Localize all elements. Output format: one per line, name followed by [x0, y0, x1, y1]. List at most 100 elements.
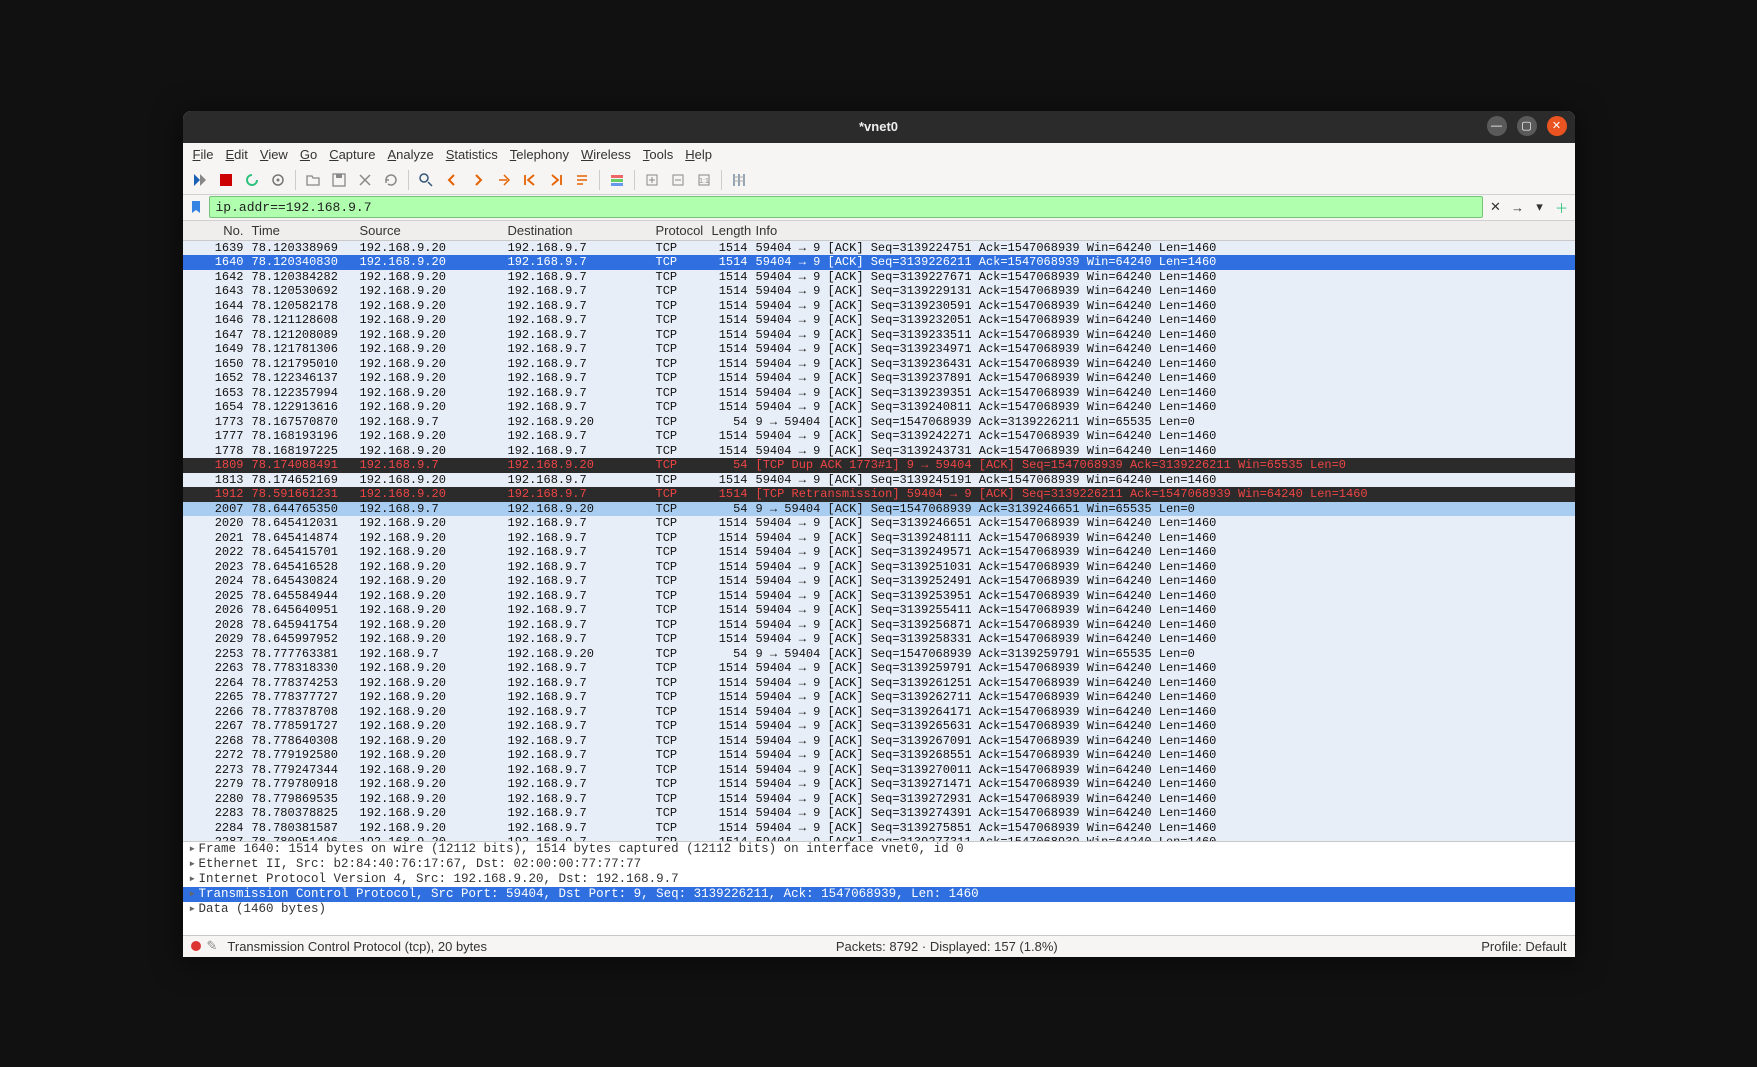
packet-row[interactable]: 226378.778318330192.168.9.20192.168.9.7T…: [183, 661, 1575, 676]
expert-info-icon[interactable]: [191, 941, 201, 951]
packet-row[interactable]: 165378.122357994192.168.9.20192.168.9.7T…: [183, 386, 1575, 401]
packet-row[interactable]: 202478.645430824192.168.9.20192.168.9.7T…: [183, 574, 1575, 589]
packet-row[interactable]: 165478.122913616192.168.9.20192.168.9.7T…: [183, 400, 1575, 415]
packet-row[interactable]: 226578.778377727192.168.9.20192.168.9.7T…: [183, 690, 1575, 705]
window-maximize-button[interactable]: ▢: [1517, 116, 1537, 136]
menu-view[interactable]: View: [260, 147, 288, 162]
details-line[interactable]: ▸Frame 1640: 1514 bytes on wire (12112 b…: [183, 842, 1575, 857]
open-file-button[interactable]: [302, 169, 324, 191]
packet-row[interactable]: 226678.778378708192.168.9.20192.168.9.7T…: [183, 705, 1575, 720]
packet-row[interactable]: 181378.174652169192.168.9.20192.168.9.7T…: [183, 473, 1575, 488]
packet-row[interactable]: 202578.645584944192.168.9.20192.168.9.7T…: [183, 589, 1575, 604]
reload-button[interactable]: [380, 169, 402, 191]
expand-icon[interactable]: ▸: [189, 902, 199, 917]
packet-row[interactable]: 202378.645416528192.168.9.20192.168.9.7T…: [183, 560, 1575, 575]
filter-history-button[interactable]: ▾: [1531, 198, 1549, 216]
add-filter-button[interactable]: ＋: [1553, 198, 1571, 216]
menu-go[interactable]: Go: [300, 147, 317, 162]
packet-row[interactable]: 225378.777763381192.168.9.7192.168.9.20T…: [183, 647, 1575, 662]
packet-row[interactable]: 202878.645941754192.168.9.20192.168.9.7T…: [183, 618, 1575, 633]
packet-row[interactable]: 227278.779192580192.168.9.20192.168.9.7T…: [183, 748, 1575, 763]
resize-columns-button[interactable]: [728, 169, 750, 191]
capture-file-properties-icon[interactable]: ✎: [207, 938, 218, 954]
packet-row[interactable]: 202178.645414874192.168.9.20192.168.9.7T…: [183, 531, 1575, 546]
restart-capture-button[interactable]: [241, 169, 263, 191]
packet-row[interactable]: 228078.779869535192.168.9.20192.168.9.7T…: [183, 792, 1575, 807]
expand-icon[interactable]: ▸: [189, 842, 199, 857]
status-profile-text[interactable]: Profile: Default: [1481, 939, 1566, 954]
packet-row[interactable]: 177778.168193196192.168.9.20192.168.9.7T…: [183, 429, 1575, 444]
auto-scroll-button[interactable]: [571, 169, 593, 191]
col-no[interactable]: No.: [183, 223, 248, 238]
packet-row[interactable]: 202078.645412031192.168.9.20192.168.9.7T…: [183, 516, 1575, 531]
col-time[interactable]: Time: [248, 223, 356, 238]
capture-options-button[interactable]: [267, 169, 289, 191]
find-packet-button[interactable]: [415, 169, 437, 191]
col-protocol[interactable]: Protocol: [652, 223, 708, 238]
col-info[interactable]: Info: [752, 223, 1575, 238]
packet-row[interactable]: 228478.780381587192.168.9.20192.168.9.7T…: [183, 821, 1575, 836]
packet-row[interactable]: 191278.591661231192.168.9.20192.168.9.7T…: [183, 487, 1575, 502]
packet-row[interactable]: 202678.645640951192.168.9.20192.168.9.7T…: [183, 603, 1575, 618]
col-source[interactable]: Source: [356, 223, 504, 238]
zoom-reset-button[interactable]: 1:1: [693, 169, 715, 191]
packet-row[interactable]: 164978.121781306192.168.9.20192.168.9.7T…: [183, 342, 1575, 357]
display-filter-input[interactable]: [209, 196, 1483, 218]
packet-row[interactable]: 165078.121795010192.168.9.20192.168.9.7T…: [183, 357, 1575, 372]
menu-capture[interactable]: Capture: [329, 147, 375, 162]
start-capture-button[interactable]: [189, 169, 211, 191]
menu-statistics[interactable]: Statistics: [446, 147, 498, 162]
packet-row[interactable]: 165278.122346137192.168.9.20192.168.9.7T…: [183, 371, 1575, 386]
expand-icon[interactable]: ▸: [189, 872, 199, 887]
details-line[interactable]: ▸Data (1460 bytes): [183, 902, 1575, 917]
zoom-in-button[interactable]: [641, 169, 663, 191]
packet-row[interactable]: 226778.778591727192.168.9.20192.168.9.7T…: [183, 719, 1575, 734]
colorize-button[interactable]: [606, 169, 628, 191]
menu-help[interactable]: Help: [685, 147, 712, 162]
bookmark-filter-icon[interactable]: [187, 198, 205, 216]
menu-file[interactable]: File: [193, 147, 214, 162]
details-line[interactable]: ▸Internet Protocol Version 4, Src: 192.1…: [183, 872, 1575, 887]
packet-row[interactable]: 202278.645415701192.168.9.20192.168.9.7T…: [183, 545, 1575, 560]
packet-row[interactable]: 164478.120582178192.168.9.20192.168.9.7T…: [183, 299, 1575, 314]
packet-row[interactable]: 177378.167570870192.168.9.7192.168.9.20T…: [183, 415, 1575, 430]
packet-row[interactable]: 227378.779247344192.168.9.20192.168.9.7T…: [183, 763, 1575, 778]
zoom-out-button[interactable]: [667, 169, 689, 191]
menu-tools[interactable]: Tools: [643, 147, 673, 162]
save-file-button[interactable]: [328, 169, 350, 191]
window-minimize-button[interactable]: —: [1487, 116, 1507, 136]
go-back-button[interactable]: [441, 169, 463, 191]
clear-filter-button[interactable]: ✕: [1487, 198, 1505, 216]
packet-row[interactable]: 226878.778640308192.168.9.20192.168.9.7T…: [183, 734, 1575, 749]
packet-row[interactable]: 164678.121128608192.168.9.20192.168.9.7T…: [183, 313, 1575, 328]
packet-row[interactable]: 227978.779780918192.168.9.20192.168.9.7T…: [183, 777, 1575, 792]
menu-wireless[interactable]: Wireless: [581, 147, 631, 162]
col-destination[interactable]: Destination: [504, 223, 652, 238]
packet-row[interactable]: 164278.120384282192.168.9.20192.168.9.7T…: [183, 270, 1575, 285]
go-last-button[interactable]: [545, 169, 567, 191]
packet-row[interactable]: 202978.645997952192.168.9.20192.168.9.7T…: [183, 632, 1575, 647]
close-file-button[interactable]: [354, 169, 376, 191]
packet-row[interactable]: 177878.168197225192.168.9.20192.168.9.7T…: [183, 444, 1575, 459]
col-length[interactable]: Length: [708, 223, 752, 238]
packet-list-rows[interactable]: 163978.120338969192.168.9.20192.168.9.7T…: [183, 241, 1575, 841]
go-first-button[interactable]: [519, 169, 541, 191]
packet-row[interactable]: 200778.644765350192.168.9.7192.168.9.20T…: [183, 502, 1575, 517]
go-forward-button[interactable]: [467, 169, 489, 191]
window-close-button[interactable]: ✕: [1547, 116, 1567, 136]
packet-row[interactable]: 226478.778374253192.168.9.20192.168.9.7T…: [183, 676, 1575, 691]
expand-icon[interactable]: ▸: [189, 887, 199, 902]
expand-icon[interactable]: ▸: [189, 857, 199, 872]
go-to-packet-button[interactable]: [493, 169, 515, 191]
packet-row[interactable]: 163978.120338969192.168.9.20192.168.9.7T…: [183, 241, 1575, 256]
stop-capture-button[interactable]: [215, 169, 237, 191]
details-line[interactable]: ▸Transmission Control Protocol, Src Port…: [183, 887, 1575, 902]
details-line[interactable]: ▸Ethernet II, Src: b2:84:40:76:17:67, Ds…: [183, 857, 1575, 872]
packet-row[interactable]: 164778.121208089192.168.9.20192.168.9.7T…: [183, 328, 1575, 343]
packet-list-header[interactable]: No. Time Source Destination Protocol Len…: [183, 221, 1575, 241]
apply-filter-button[interactable]: →: [1509, 198, 1527, 216]
menu-telephony[interactable]: Telephony: [510, 147, 569, 162]
packet-row[interactable]: 164078.120340830192.168.9.20192.168.9.7T…: [183, 255, 1575, 270]
packet-details-pane[interactable]: ▸Frame 1640: 1514 bytes on wire (12112 b…: [183, 841, 1575, 935]
packet-row[interactable]: 164378.120530692192.168.9.20192.168.9.7T…: [183, 284, 1575, 299]
